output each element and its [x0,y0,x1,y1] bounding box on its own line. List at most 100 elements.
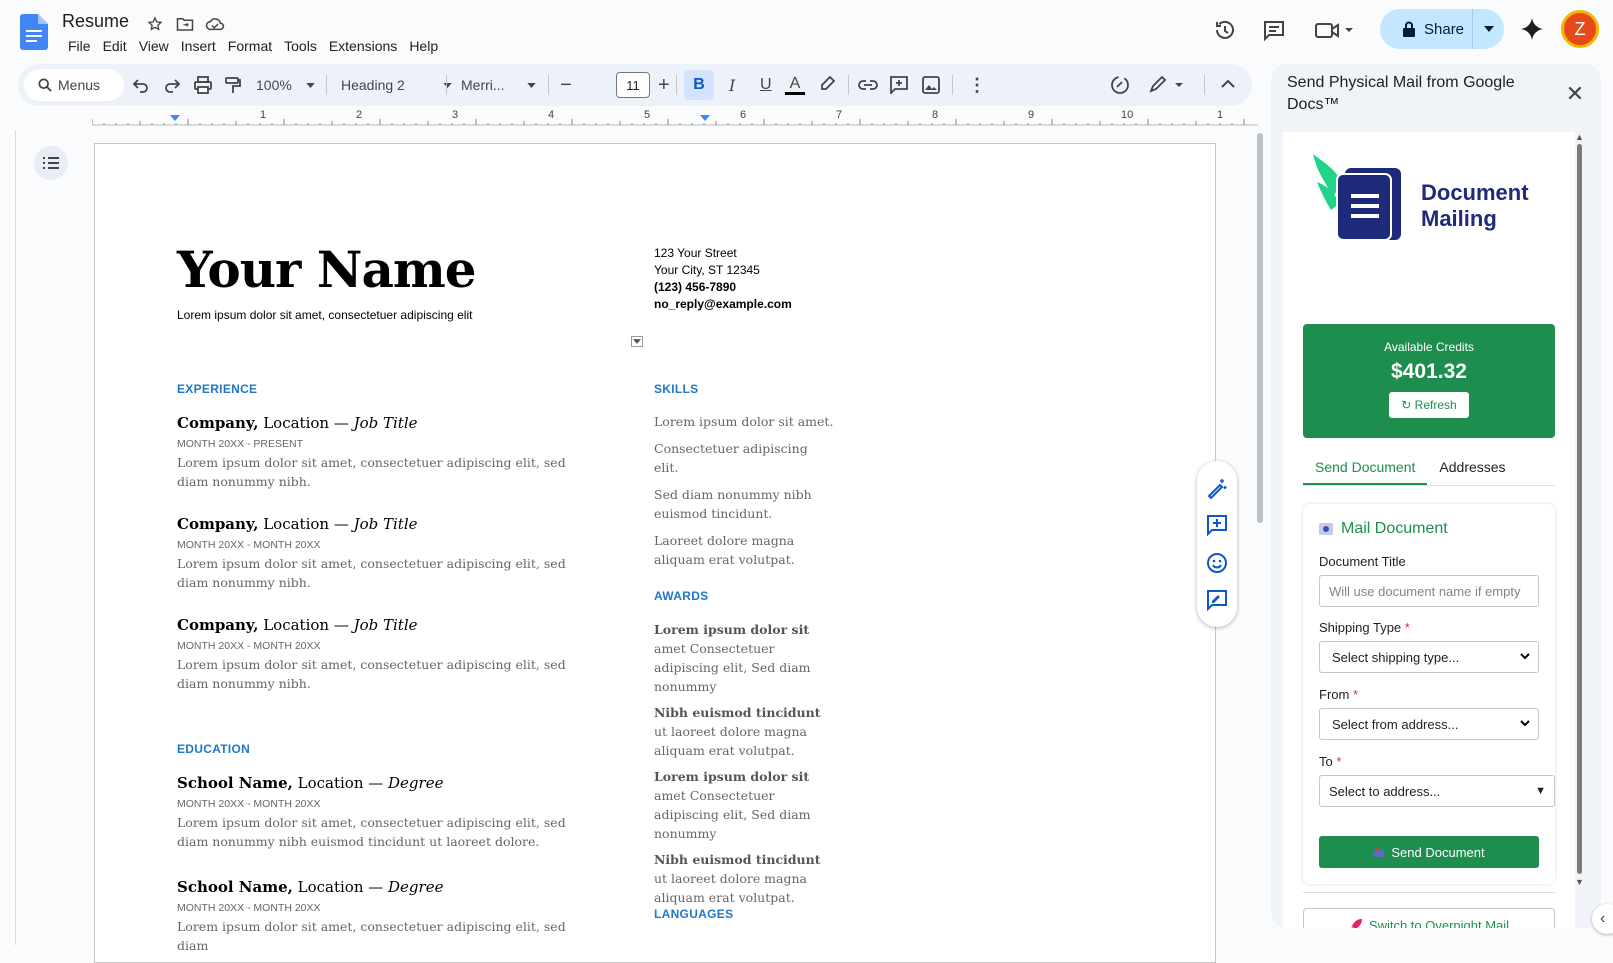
redo-icon[interactable] [163,76,181,94]
switch-overnight-button[interactable]: Switch to Overnight Mail [1303,908,1555,928]
shipping-type-select[interactable]: Select shipping type... [1319,641,1539,673]
scroll-down-icon[interactable]: ▼ [1575,877,1584,887]
languages-heading[interactable]: LANGUAGES [654,907,733,921]
expand-side-panel-icon[interactable]: ‹ [1592,904,1613,934]
suggest-edits-icon[interactable] [1206,589,1228,612]
job-description: Lorem ipsum dolor sit amet, consectetuer… [177,556,566,590]
version-history-icon[interactable] [1213,18,1237,42]
logo-text: Document Mailing [1421,180,1529,232]
document-outline-button[interactable] [34,146,68,180]
share-button[interactable]: Share [1380,9,1504,49]
comments-icon[interactable] [1262,18,1286,42]
gemini-icon[interactable] [1520,17,1544,41]
decrease-font-size-button[interactable]: − [560,64,572,106]
document-title-input[interactable]: Will use document name if empty [1319,575,1539,607]
close-icon[interactable]: ✕ [1563,81,1587,106]
menu-view[interactable]: View [133,37,175,55]
awards-list[interactable]: Lorem ipsum dolor sit amet Consectetuer … [654,620,834,914]
tab-send-document[interactable]: Send Document [1303,450,1428,485]
text-color-button[interactable]: A [785,64,805,106]
chevron-down-icon [443,82,452,88]
collapse-toolbar-icon[interactable] [1221,79,1235,89]
job-entry[interactable]: Company, Location — Job Title MONTH 20XX… [177,414,597,491]
horizontal-ruler[interactable]: 1 2 3 4 5 6 7 8 9 10 1 [91,109,1258,130]
cloud-saved-icon[interactable] [205,14,225,34]
underline-button[interactable]: U [760,64,772,106]
link-icon[interactable] [858,77,878,93]
menu-edit[interactable]: Edit [97,37,133,55]
contact-block[interactable]: 123 Your Street Your City, ST 12345 (123… [654,245,792,313]
scroll-up-icon[interactable]: ▲ [1575,132,1584,142]
experience-heading[interactable]: EXPERIENCE [177,382,257,396]
menu-format[interactable]: Format [222,37,278,55]
award-item: Lorem ipsum dolor sit amet Consectetuer … [654,767,834,843]
bold-button[interactable]: B [684,70,714,100]
job-entry[interactable]: Company, Location — Job Title MONTH 20XX… [177,515,597,592]
style-select[interactable]: Heading 2 [341,64,452,106]
meet-icon[interactable] [1314,18,1354,42]
job-entry[interactable]: Company, Location — Job Title MONTH 20XX… [177,616,597,693]
send-document-button[interactable]: Send Document [1319,836,1539,868]
document-scrollbar[interactable] [1257,133,1263,523]
star-icon[interactable] [145,14,165,34]
font-select[interactable]: Merri... [461,64,536,106]
ruler-mark: 9 [1028,109,1035,121]
school-entry[interactable]: School Name, Location — Degree MONTH 20X… [177,774,597,851]
company-name: Company, [177,515,259,533]
from-label: From * [1319,687,1359,702]
company-name: Company, [177,616,259,634]
vertical-ruler[interactable] [0,130,16,945]
education-heading[interactable]: EDUCATION [177,742,250,756]
move-folder-icon[interactable] [175,14,195,34]
add-comment-icon[interactable] [890,76,908,94]
school-entry[interactable]: School Name, Location — Degree MONTH 20X… [177,878,597,955]
undo-icon[interactable] [132,76,150,94]
more-options-icon[interactable]: ⋮ [968,64,986,106]
job-dates: MONTH 20XX - MONTH 20XX [177,539,321,551]
award-item: Nibh euismod tincidunt ut laoreet dolore… [654,850,834,907]
form-title: Mail Document [1319,520,1448,538]
editing-mode-icon[interactable] [1110,75,1130,95]
resume-tagline[interactable]: Lorem ipsum dolor sit amet, consectetuer… [177,308,472,322]
ruler-mark: 8 [932,109,939,121]
zoom-select[interactable]: 100% [256,64,315,106]
menu-extensions[interactable]: Extensions [323,37,403,55]
highlight-icon[interactable] [818,75,836,93]
from-address-select[interactable]: Select from address... [1319,708,1539,740]
italic-button[interactable]: I [729,64,735,106]
table-dropdown-icon[interactable] [631,336,643,347]
font-size-input[interactable]: 11 [616,72,650,98]
awards-heading[interactable]: AWARDS [654,589,708,603]
contact-city: Your City, ST 12345 [654,263,760,277]
to-address-select[interactable]: Select to address... ▼ [1319,775,1555,807]
menu-file[interactable]: File [62,37,97,55]
paint-format-icon[interactable] [224,76,242,94]
increase-font-size-button[interactable]: + [658,64,670,106]
tab-addresses[interactable]: Addresses [1427,450,1517,485]
resume-name[interactable]: Your Name [177,240,477,299]
skills-list[interactable]: Lorem ipsum dolor sit amet. Consectetuer… [654,412,834,577]
print-icon[interactable] [194,76,212,94]
job-title: Job Title [353,515,418,533]
menu-help[interactable]: Help [403,37,444,55]
pencil-mode-icon[interactable] [1148,75,1188,95]
company-name: Company, [177,414,259,432]
magic-edit-icon[interactable] [1206,477,1228,499]
document-page[interactable]: Your Name Lorem ipsum dolor sit amet, co… [94,143,1216,963]
menu-tools[interactable]: Tools [278,37,323,55]
panel-scrollbar[interactable] [1577,144,1582,874]
emoji-reaction-icon[interactable] [1206,552,1228,574]
insert-image-icon[interactable] [922,76,940,94]
docs-logo-icon[interactable] [20,14,48,50]
overnight-label: Switch to Overnight Mail [1368,917,1510,929]
refresh-button[interactable]: ↻ Refresh [1389,392,1469,418]
job-location: Location — [258,515,354,533]
skills-heading[interactable]: SKILLS [654,382,698,396]
menu-insert[interactable]: Insert [175,37,222,55]
add-comment-icon[interactable] [1206,514,1228,537]
document-title[interactable]: Resume [62,11,129,32]
search-menus-input[interactable]: Menus [24,69,124,101]
share-dropdown-icon[interactable] [1473,26,1504,32]
skill-item: Consectetuer adipiscing elit. [654,441,808,475]
avatar[interactable]: Z [1561,10,1599,48]
